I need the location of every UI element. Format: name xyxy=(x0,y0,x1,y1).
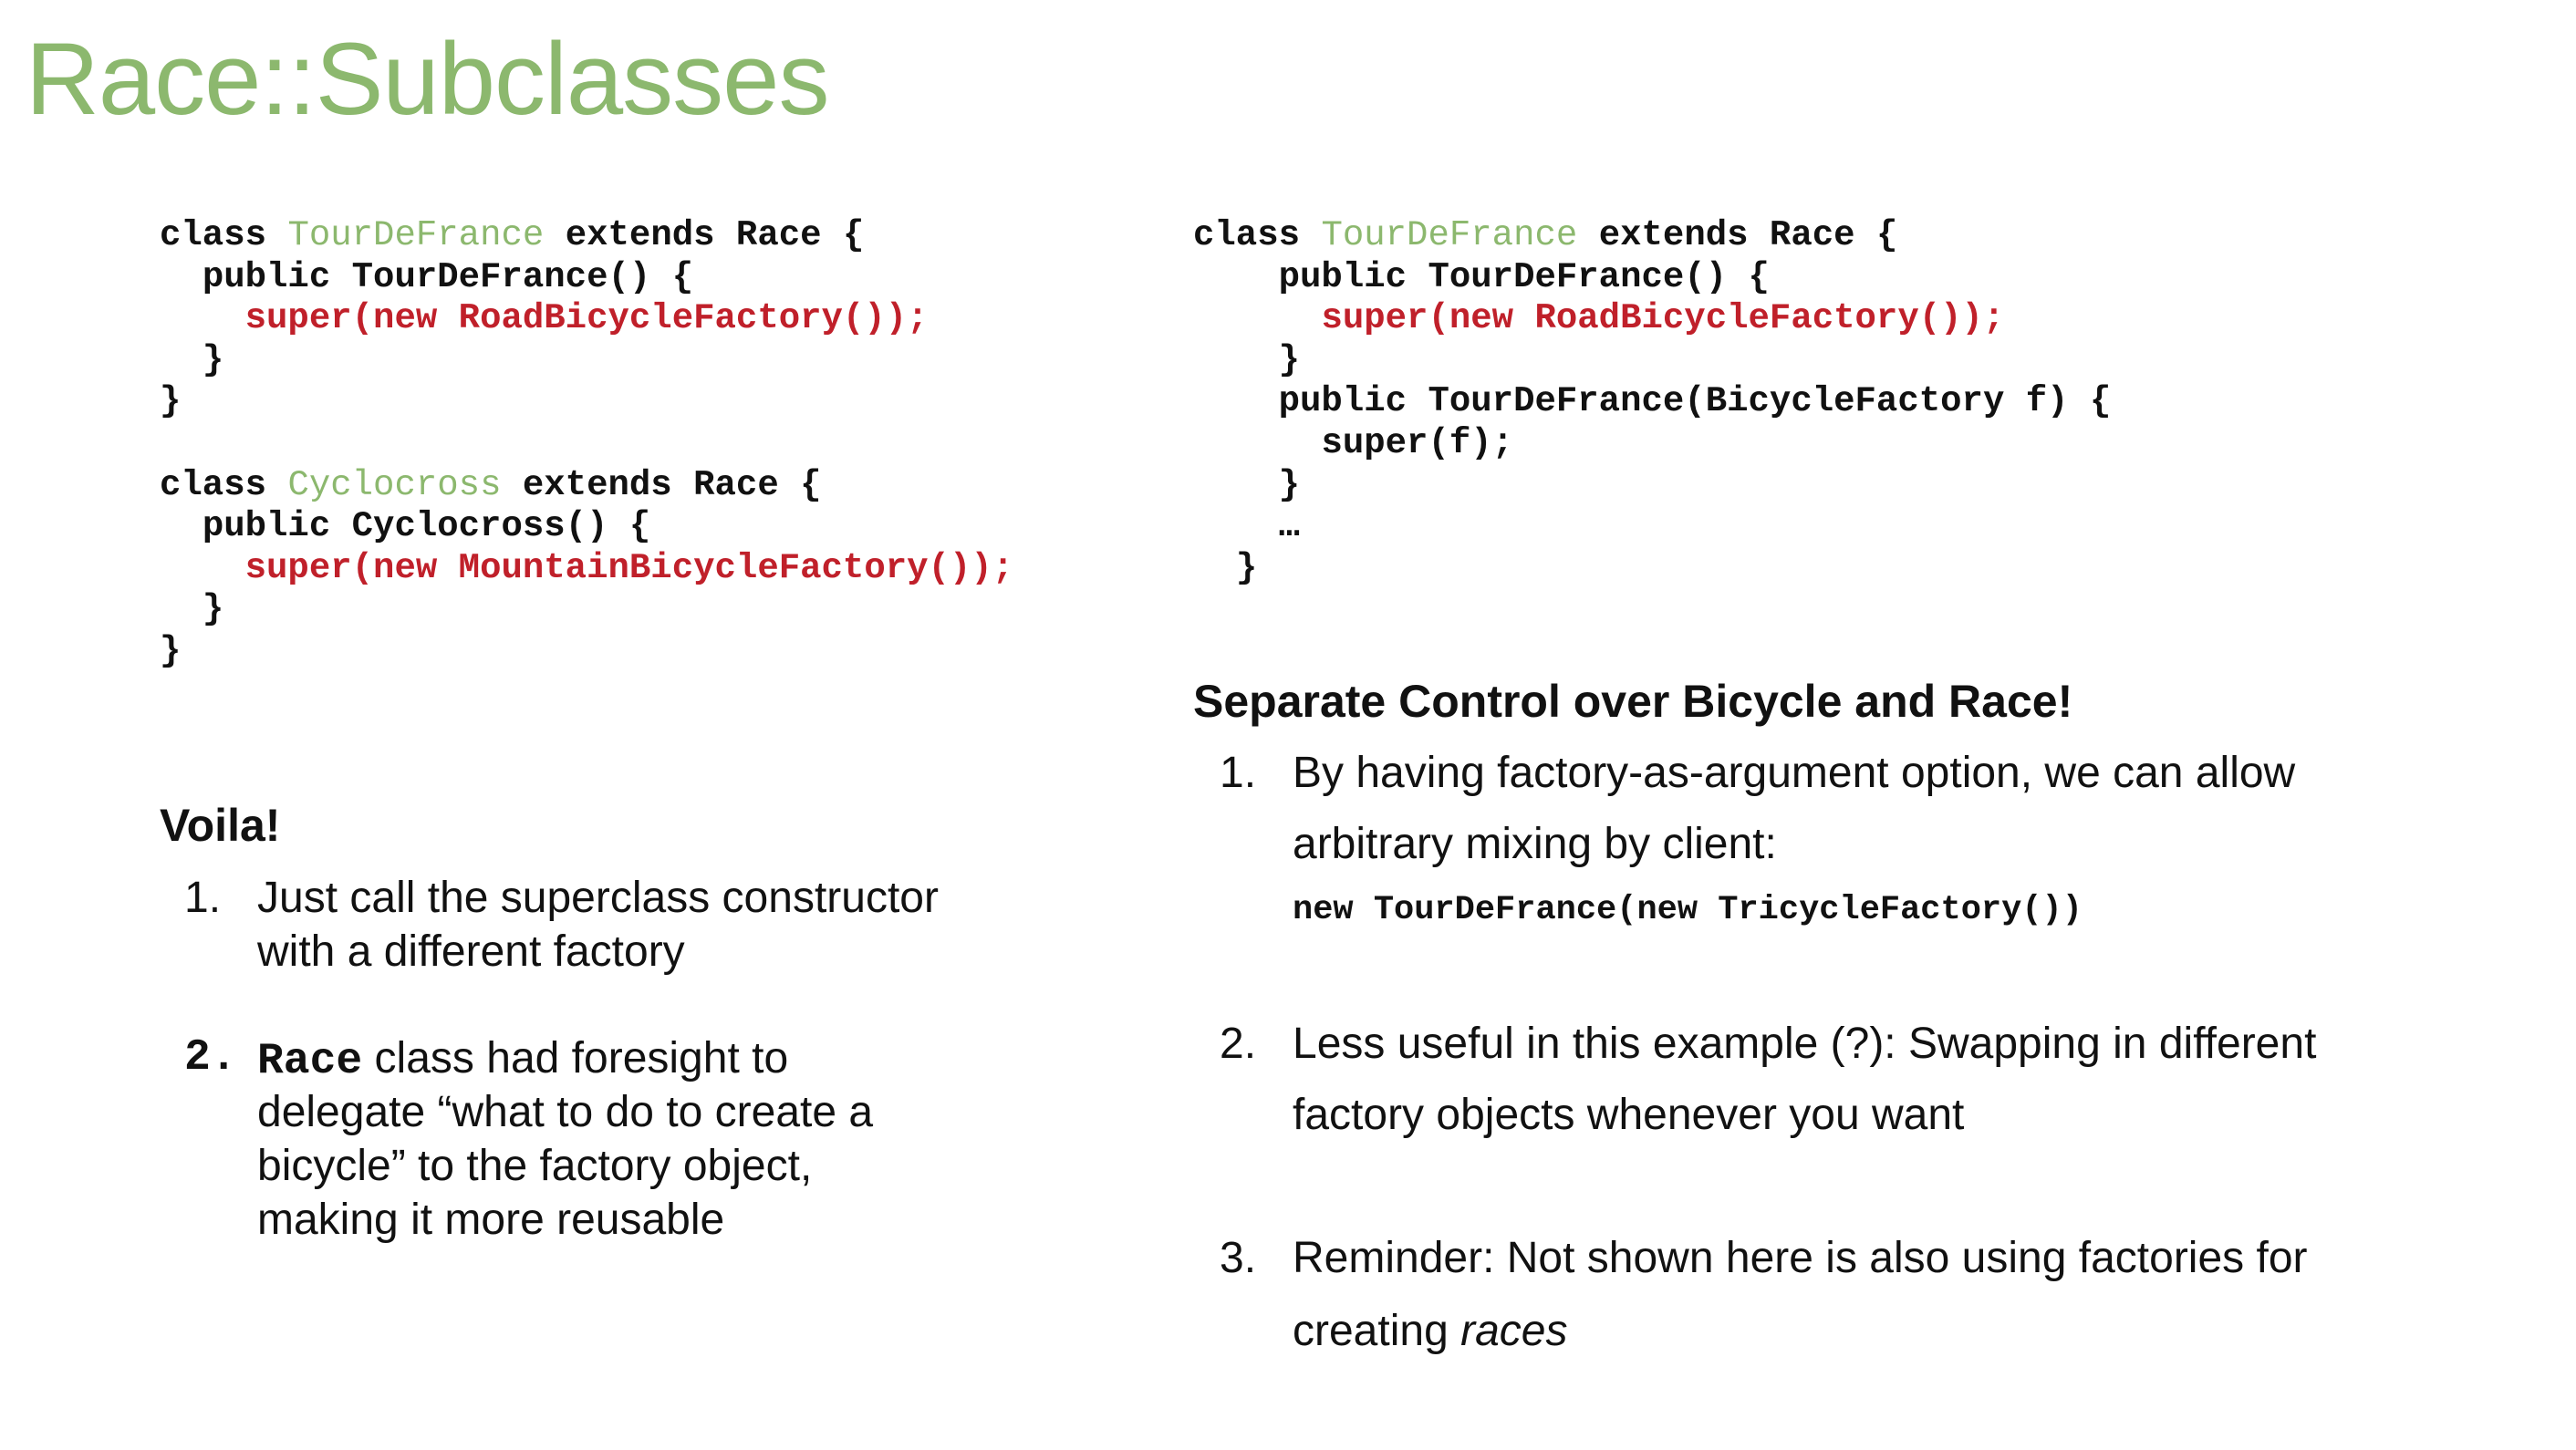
list-text-line: bicycle” to the factory object, xyxy=(257,1142,813,1190)
code-line: class TourDeFrance extends Race { xyxy=(1193,215,2111,257)
list-number: 3. xyxy=(1220,1234,1257,1282)
code-token: } xyxy=(1278,339,1301,380)
right-code-block: class TourDeFrance extends Race { public… xyxy=(1193,215,2111,589)
code-line: } xyxy=(1193,465,2111,507)
code-super-call: super(new MountainBicycleFactory()); xyxy=(244,547,1014,588)
code-token: public TourDeFrance() { xyxy=(1278,256,1770,297)
list-text-line: with a different factory xyxy=(257,927,685,976)
list-number: 1. xyxy=(1220,749,1257,797)
list-text-line: making it more reusable xyxy=(257,1196,725,1244)
code-line: super(new MountainBicycleFactory()); xyxy=(160,547,1014,590)
code-line: public TourDeFrance() { xyxy=(160,257,1013,299)
race-code-word: Race xyxy=(257,1037,363,1086)
code-line: } xyxy=(1193,340,2111,382)
list-number: 2. xyxy=(184,1033,237,1082)
italic-word: races xyxy=(1460,1307,1568,1355)
code-token: public Cyclocross() { xyxy=(202,506,651,547)
left-code-block: class TourDeFrance extends Race { public… xyxy=(160,215,1013,673)
code-line: public TourDeFrance() { xyxy=(1193,257,2111,299)
code-token: extends Race { xyxy=(1577,215,1898,255)
list-text-line: By having factory-as-argument option, we… xyxy=(1293,749,2296,797)
code-class-name: Cyclocross xyxy=(287,464,502,505)
code-line: } xyxy=(160,589,1013,631)
code-super-call: super(new RoadBicycleFactory()); xyxy=(1321,298,2005,339)
code-example: new TourDeFrance(new TricycleFactory()) xyxy=(1293,891,2083,929)
code-token: } xyxy=(160,381,182,422)
list-text-line: creating races xyxy=(1293,1306,1567,1356)
code-token: extends Race { xyxy=(501,464,822,505)
code-class-name: TourDeFrance xyxy=(1321,215,1578,255)
code-token: } xyxy=(1278,464,1301,505)
list-text-line: Reminder: Not shown here is also using f… xyxy=(1293,1234,2308,1282)
list-text-line: arbitrary mixing by client: xyxy=(1293,820,1777,868)
code-token: class xyxy=(160,215,288,255)
code-token: class xyxy=(160,464,288,505)
code-token: … xyxy=(1278,506,1301,547)
code-line: class TourDeFrance extends Race { xyxy=(160,215,1013,257)
code-line: } xyxy=(1193,548,2111,590)
separate-control-heading: Separate Control over Bicycle and Race! xyxy=(1193,676,2073,727)
list-number: 2. xyxy=(1220,1020,1257,1068)
code-line: class Cyclocross extends Race { xyxy=(160,465,1013,507)
code-token: } xyxy=(202,589,224,630)
code-token: class xyxy=(1193,215,1322,255)
code-token: } xyxy=(160,630,182,671)
code-line: super(new RoadBicycleFactory()); xyxy=(1193,298,2111,340)
list-text: class had foresight to xyxy=(362,1034,789,1082)
list-text: creating xyxy=(1293,1307,1461,1355)
code-line: } xyxy=(160,340,1013,382)
code-token: } xyxy=(202,339,224,380)
voila-heading: Voila! xyxy=(160,800,281,851)
code-token: } xyxy=(1235,547,1258,588)
code-line: public TourDeFrance(BicycleFactory f) { xyxy=(1193,381,2112,423)
list-text-line: Race class had foresight to xyxy=(257,1033,788,1086)
code-line: … xyxy=(1193,506,2111,548)
list-text-line: Less useful in this example (?): Swappin… xyxy=(1293,1020,2317,1068)
code-line: } xyxy=(160,381,1013,423)
list-number: 1. xyxy=(184,874,222,922)
code-token: extends Race { xyxy=(544,215,865,255)
slide-title: Race::Subclasses xyxy=(26,22,829,136)
code-line: super(f); xyxy=(1193,423,2111,465)
list-text-line: factory objects whenever you want xyxy=(1293,1091,1965,1139)
code-line: super(new RoadBicycleFactory()); xyxy=(160,298,1013,340)
code-super-call: super(new RoadBicycleFactory()); xyxy=(244,298,929,339)
list-text-line: Just call the superclass constructor xyxy=(257,874,939,922)
code-token: super(f); xyxy=(1321,422,1514,463)
code-token: public TourDeFrance(BicycleFactory f) { xyxy=(1278,381,2112,422)
code-line: public Cyclocross() { xyxy=(160,506,1013,548)
code-class-name: TourDeFrance xyxy=(287,215,545,255)
list-text-line: delegate “what to do to create a xyxy=(257,1088,874,1136)
code-line: } xyxy=(160,631,1013,673)
code-token: public TourDeFrance() { xyxy=(202,256,694,297)
